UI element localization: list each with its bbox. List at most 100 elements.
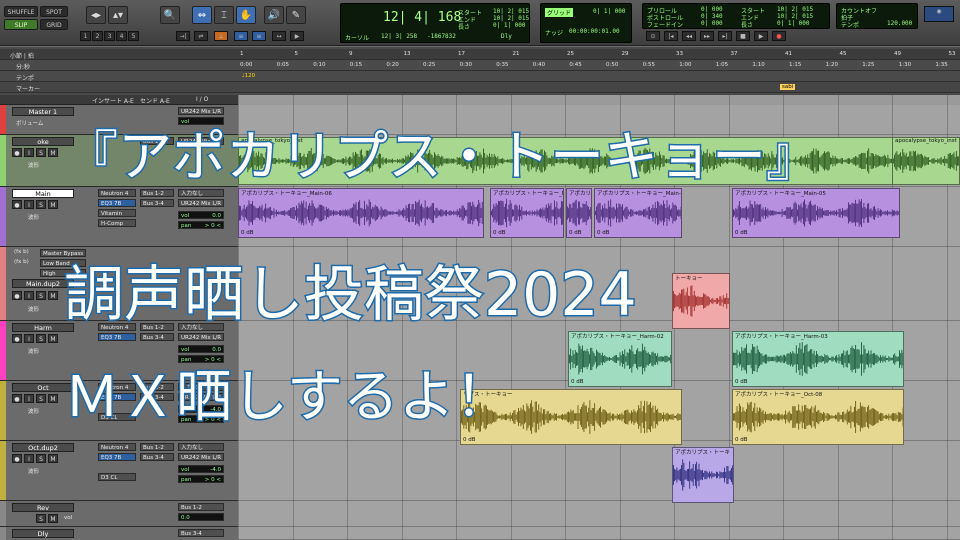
spot-mode-button[interactable]: SPOT [40, 6, 68, 17]
fx-bypass-b[interactable]: (fx b) [14, 259, 29, 265]
track-name[interactable]: Main.dup2 [12, 279, 74, 288]
insert-c[interactable]: D3 CL [98, 413, 136, 421]
volume-display[interactable]: vol -4.0 [178, 465, 224, 473]
insert-b[interactable]: EQ3 7B [98, 393, 136, 401]
online-icon[interactable]: ⊙ [646, 31, 660, 41]
track-oct-dup2[interactable]: Oct.dup2 ● I S M 波形 Neutron 4 EQ3 7B D3 … [0, 441, 238, 501]
zoom-preset-2[interactable]: 2 [92, 31, 103, 41]
track-dly[interactable]: Dly Bus 3-4 [0, 527, 238, 540]
insert-b[interactable]: EQ3 7B [98, 199, 136, 207]
record-enable-button[interactable]: ● [12, 200, 22, 209]
track-name[interactable]: Master 1 [12, 107, 74, 116]
zoom-vertical-icon[interactable]: ▴▾ [108, 6, 128, 24]
track-view-selector[interactable]: 波形 [28, 305, 39, 313]
volume-display[interactable]: vol [178, 117, 224, 125]
input-monitor-button[interactable]: I [24, 334, 34, 343]
send-a[interactable]: Bus 1-2 [140, 323, 174, 331]
marker-ruler[interactable]: マーカー sabi [0, 82, 960, 93]
main-counter-display[interactable]: 12| 4| 168 スタート エンド 長さ 10| 2| 015 10| 2|… [340, 3, 530, 43]
clip-gain[interactable]: 0 dB [571, 379, 584, 385]
mute-button[interactable]: M [48, 454, 58, 463]
fx-bypass-a[interactable]: (fx b) [14, 249, 29, 255]
track-output[interactable]: Bus 3-4 [178, 529, 224, 537]
minsec-ruler[interactable]: 分:秒 0:00 0:05 0:10 0:15 0:20 0:25 0:30 0:35 0:40… [0, 60, 960, 71]
volume-display[interactable]: vol -4.0 [178, 405, 224, 413]
solo-button[interactable]: S [36, 148, 46, 157]
track-main-dup2[interactable]: (fx b) Master Bypass (fx b) Low Band Hig… [0, 247, 238, 321]
audio-clip-main-b[interactable]: アポカリプス 0 dB [566, 188, 592, 238]
audio-clip-main-06[interactable]: アポカリプス・トーキョー_Main-06 0 dB [238, 188, 484, 238]
audio-clip-main-dup[interactable]: トーキョー [672, 273, 730, 329]
master-bypass-label[interactable]: Master Bypass [40, 249, 86, 257]
track-output[interactable]: UR242 Mix L/R [178, 199, 224, 207]
track-output[interactable]: UR242 Mix L/R [178, 137, 224, 145]
scrubber-tool-icon[interactable]: 🔊 [264, 6, 284, 24]
tempo-display[interactable]: カウントオフ 拍子 テンポ 120.000 [836, 3, 918, 29]
audio-clip-oke-2[interactable]: apocalypse_tokyo_inst [892, 137, 960, 185]
volume-display[interactable]: vol 0.0 [178, 211, 224, 219]
insert-d[interactable]: H-Comp [98, 219, 136, 227]
solo-button[interactable]: S [36, 291, 46, 300]
input-monitor-button[interactable]: I [24, 291, 34, 300]
tab-to-transient-icon[interactable]: →| [176, 31, 190, 41]
track-input[interactable]: 入力なし [178, 443, 224, 451]
mute-button[interactable]: M [48, 148, 58, 157]
record-enable-button[interactable]: ● [12, 394, 22, 403]
pan-display[interactable]: pan > 0 < [178, 355, 224, 363]
track-master[interactable]: Master 1 ボリューム UR242 Mix L/R vol [0, 105, 238, 135]
track-view-selector[interactable]: 波形 [28, 161, 39, 169]
clip-gain[interactable]: 0 dB [735, 379, 748, 385]
solo-button[interactable]: S [36, 394, 46, 403]
trim-tool-icon[interactable]: ⇔ [192, 6, 212, 24]
insert-b[interactable]: EQ3 7B [98, 333, 136, 341]
audio-clip-main-a[interactable]: アポカリプス・トーキョー_Main- 0 dB [490, 188, 564, 238]
fast-forward-icon[interactable]: ▸▸ [700, 31, 714, 41]
clip-gain[interactable]: 0 dB [241, 230, 254, 236]
track-name[interactable]: Dly [12, 529, 74, 538]
track-name[interactable]: Oct [12, 383, 74, 392]
audio-clip-oct-08[interactable]: アポカリプス・トーキョー_Oct-08 0 dB [732, 389, 904, 445]
send-b[interactable]: Bus 3-4 [140, 453, 174, 461]
track-main[interactable]: Main ● I S M 波形 Neutron 4 EQ3 7B Vitamin… [0, 187, 238, 247]
zoom-preset-5[interactable]: 5 [128, 31, 139, 41]
marker-sabi[interactable]: sabi [780, 84, 796, 90]
link-track-icon[interactable]: ≡ [252, 31, 266, 41]
insert-a[interactable]: Neutron 4 [98, 383, 136, 391]
selector-tool-icon[interactable]: ⌶ [214, 6, 234, 24]
track-view-selector[interactable]: vol [64, 515, 72, 521]
record-enable-button[interactable]: ● [12, 454, 22, 463]
track-output[interactable]: UR242 Mix L/R [178, 333, 224, 341]
shuffle-mode-button[interactable]: SHUFFLE [4, 6, 38, 17]
input-monitor-button[interactable]: I [24, 148, 34, 157]
pencil-tool-icon[interactable]: ✎ [286, 6, 306, 24]
audio-clip-oct-dup[interactable]: アポカリプス・トーキ [672, 447, 734, 503]
audio-clip-main-05[interactable]: アポカリプス・トーキョー_Main-05 0 dB [732, 188, 900, 238]
track-harm[interactable]: Harm ● I S M 波形 Neutron 4 EQ3 7B Bus 1-2… [0, 321, 238, 381]
link-icon[interactable]: ⇌ [194, 31, 208, 41]
zoom-preset-3[interactable]: 3 [104, 31, 115, 41]
send-b[interactable]: Bus 3-4 [140, 333, 174, 341]
track-input[interactable]: 入力なし [178, 323, 224, 331]
zoom-in-icon[interactable]: ◂▸ [86, 6, 106, 24]
pan-display[interactable]: pan > 0 < [178, 221, 224, 229]
track-name[interactable]: Harm [12, 323, 74, 332]
track-output[interactable]: Bus 1-2 [178, 503, 224, 511]
rewind-start-icon[interactable]: |◂ [664, 31, 678, 41]
input-monitor-button[interactable]: I [24, 454, 34, 463]
track-view-selector[interactable]: 波形 [28, 467, 39, 475]
track-oct[interactable]: Oct ● I S M 波形 Neutron 4 EQ3 7B D3 CL Bu… [0, 381, 238, 441]
mirror-edit-icon[interactable]: ⟂ [214, 31, 228, 41]
track-view-selector[interactable]: 波形 [28, 213, 39, 221]
clip-gain[interactable]: 0 dB [569, 230, 582, 236]
input-monitor-button[interactable]: I [24, 200, 34, 209]
track-name[interactable]: Main [12, 189, 74, 198]
send-a[interactable]: Bus 1-2 [140, 443, 174, 451]
zoom-preset-4[interactable]: 4 [116, 31, 127, 41]
audio-clip-harm-02[interactable]: アポカリプス・トーキョー_Harm-02 0 dB [568, 331, 672, 387]
keyboard-focus-icon[interactable]: ≡ [234, 31, 248, 41]
go-to-end-icon[interactable]: ▸| [718, 31, 732, 41]
playlist-area[interactable]: apocalypse_tokyo_inst apocalypse_tokyo_i… [238, 95, 960, 540]
playback-icon[interactable]: ▶ [290, 31, 304, 41]
send-a[interactable]: Bus 1-2 [140, 189, 174, 197]
midi-controls-icon[interactable]: ◉ [924, 6, 954, 22]
